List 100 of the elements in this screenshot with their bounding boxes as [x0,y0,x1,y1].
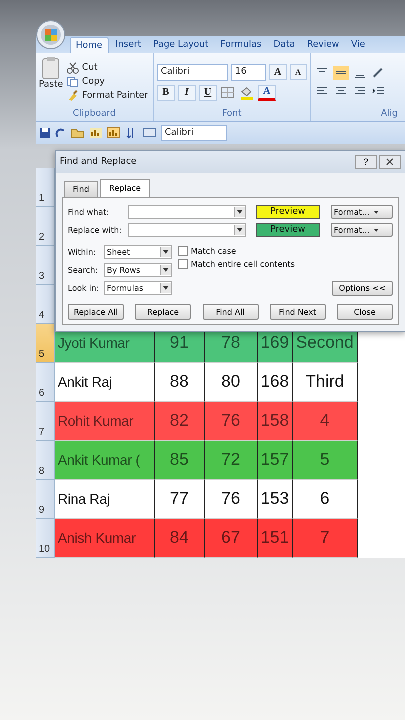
help-button[interactable]: ? [355,155,377,169]
close-button[interactable] [379,155,401,169]
clipboard-icon[interactable] [41,56,62,80]
dropdown-arrow-icon[interactable] [162,284,170,292]
chart-icon[interactable] [107,127,121,139]
scissors-icon [67,62,80,74]
group-label: Clipboard [72,108,117,121]
table-cell: Rohit Kumar [55,402,155,441]
format-painter-button[interactable]: Format Painter [67,90,148,102]
table-cell: Ankit Kumar ( [55,441,155,480]
italic-button[interactable]: I [178,84,196,100]
input-field[interactable] [128,223,246,237]
copy-icon [67,76,80,88]
table-cell: 85 [155,441,205,480]
window-title: Find and Replace [60,157,138,167]
table-cell: 84 [155,519,205,558]
row-header[interactable]: 7 [36,402,55,441]
row-header[interactable]: 5 [36,324,55,363]
dropdown-value: Formulas [107,284,144,292]
dropdown[interactable]: By Rows [104,263,172,277]
table-cell: 7 [293,519,358,558]
options-button[interactable]: Options << [332,281,393,296]
ribbon-tab[interactable]: Insert [110,37,146,53]
row-header[interactable]: 3 [36,246,55,285]
dropdown-arrow-icon[interactable] [236,226,244,234]
table-cell: 168 [258,363,293,402]
grow-font-button[interactable]: A [269,64,287,80]
redo-icon[interactable] [55,127,67,139]
row-header[interactable]: 1 [36,168,55,207]
align-middle-icon[interactable] [333,66,349,80]
dialog-button[interactable]: Replace All [68,304,124,320]
font-size-field[interactable]: 16 [231,64,266,80]
table-cell: 88 [155,363,205,402]
folder-icon[interactable] [71,127,85,139]
dialog-button[interactable]: Close [337,304,393,320]
field-label: Within: [68,248,98,256]
dropdown[interactable]: Sheet [104,245,172,259]
ribbon-tab[interactable]: Home [70,37,109,53]
borders-icon[interactable] [220,86,236,100]
dialog-button[interactable]: Find Next [270,304,326,320]
save-icon[interactable] [39,127,51,139]
table-cell: 82 [155,402,205,441]
checkbox[interactable]: Match entire cell contents [178,259,295,269]
table-cell: 4 [293,402,358,441]
table-cell: Third [293,363,358,402]
checkbox-box[interactable] [178,246,188,256]
dropdown[interactable]: Formulas [104,281,172,295]
dropdown-arrow-icon[interactable] [236,208,244,216]
format-button[interactable]: Format... [331,205,393,219]
chart-icon[interactable] [89,127,103,139]
table-cell: 151 [258,519,293,558]
bold-button[interactable]: B [157,84,175,100]
ribbon-tab[interactable]: Data [268,37,300,53]
format-button[interactable]: Format... [331,223,393,237]
dialog-button[interactable]: Replace [135,304,192,320]
dialog-button[interactable]: Find All [202,304,258,320]
shrink-font-button[interactable]: A [290,64,307,80]
format-preview: Preview [256,205,320,219]
row-header[interactable]: 10 [36,519,55,558]
ribbon-tab[interactable]: Formulas [216,37,267,53]
caret-icon [372,226,380,234]
row-header[interactable]: 9 [36,480,55,519]
dropdown-arrow-icon[interactable] [162,248,170,256]
table-cell: 77 [155,480,205,519]
row-header[interactable]: 6 [36,363,55,402]
row-header[interactable]: 4 [36,285,55,324]
table-cell: 76 [205,402,258,441]
dialog-tab[interactable]: Find [64,181,98,197]
font-name-field[interactable]: Calibri [157,64,228,80]
table-cell: Anish Kumar [55,519,155,558]
close-icon [386,158,394,166]
row-header[interactable]: 2 [36,207,55,246]
table-cell: Ankit Raj [55,363,155,402]
paste-button[interactable]: Paste [39,56,64,108]
table-cell: 158 [258,402,293,441]
ribbon-tab[interactable]: Vie [346,37,370,53]
paintbrush-icon [67,90,80,102]
ribbon-tab[interactable]: Review [302,37,344,53]
table-cell: 153 [258,480,293,519]
input-field[interactable] [128,205,246,219]
office-button-icon[interactable] [36,20,66,50]
format-preview: Preview [256,223,320,237]
cut-button[interactable]: Cut [67,62,148,74]
font-color-button[interactable]: A [258,84,276,100]
row-header[interactable]: 8 [36,441,55,480]
dropdown-arrow-icon[interactable] [162,266,170,274]
checkbox-box[interactable] [178,259,188,269]
copy-button[interactable]: Copy [67,76,148,88]
field-label: Look in: [68,284,100,292]
checkbox[interactable]: Match case [178,246,295,256]
table-cell: 80 [205,363,258,402]
dialog-tab[interactable]: Replace [100,179,150,197]
underline-button[interactable]: U [199,84,217,100]
font-name-field[interactable]: Calibri [161,125,227,141]
table-cell: 6 [293,480,358,519]
ribbon-tab[interactable]: Page Layout [148,37,214,53]
dropdown-value: Sheet [107,248,130,256]
fill-bucket-icon[interactable] [239,86,255,100]
table-cell: 76 [205,480,258,519]
dropdown-value: By Rows [107,266,141,274]
